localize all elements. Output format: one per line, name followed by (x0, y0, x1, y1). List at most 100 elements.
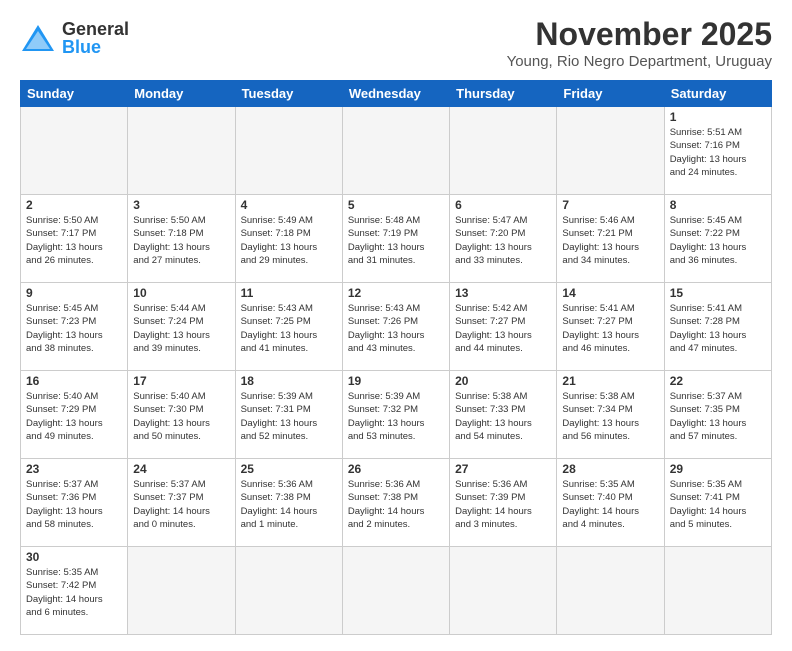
day-number: 14 (562, 286, 658, 300)
day-info: Sunrise: 5:40 AM Sunset: 7:29 PM Dayligh… (26, 390, 122, 443)
calendar-cell (342, 107, 449, 195)
calendar-cell: 21Sunrise: 5:38 AM Sunset: 7:34 PM Dayli… (557, 371, 664, 459)
day-number: 27 (455, 462, 551, 476)
day-number: 16 (26, 374, 122, 388)
logo-icon (20, 23, 56, 53)
day-number: 1 (670, 110, 766, 124)
calendar-cell: 1 Sunrise: 5:51 AM Sunset: 7:16 PM Daylig… (664, 107, 771, 195)
day-info: Sunrise: 5:50 AM Sunset: 7:18 PM Dayligh… (133, 214, 229, 267)
day-info: Sunrise: 5:40 AM Sunset: 7:30 PM Dayligh… (133, 390, 229, 443)
calendar-cell: 24Sunrise: 5:37 AM Sunset: 7:37 PM Dayli… (128, 459, 235, 547)
calendar-cell: 22 Sunrise: 5:37 AM Sunset: 7:35 PM Dayli… (664, 371, 771, 459)
calendar-cell: 17 Sunrise: 5:40 AM Sunset: 7:30 PM Dayli… (128, 371, 235, 459)
day-info: Sunrise: 5:39 AM Sunset: 7:31 PM Dayligh… (241, 390, 337, 443)
day-number: 4 (241, 198, 337, 212)
calendar-week-row: 23 Sunrise: 5:37 AM Sunset: 7:36 PM Dayli… (21, 459, 772, 547)
day-number: 17 (133, 374, 229, 388)
day-info: Sunrise: 5:43 AM Sunset: 7:26 PM Dayligh… (348, 302, 444, 355)
day-number: 23 (26, 462, 122, 476)
day-number: 30 (26, 550, 122, 564)
calendar-week-row: 16 Sunrise: 5:40 AM Sunset: 7:29 PM Dayli… (21, 371, 772, 459)
day-info: Sunrise: 5:36 AM Sunset: 7:38 PM Dayligh… (348, 478, 444, 531)
day-number: 12 (348, 286, 444, 300)
day-number: 5 (348, 198, 444, 212)
day-info: Sunrise: 5:50 AM Sunset: 7:17 PM Dayligh… (26, 214, 122, 267)
calendar-cell: 30 Sunrise: 5:35 AM Sunset: 7:42 PM Dayli… (21, 547, 128, 635)
day-info: Sunrise: 5:48 AM Sunset: 7:19 PM Dayligh… (348, 214, 444, 267)
day-info: Sunrise: 5:46 AM Sunset: 7:21 PM Dayligh… (562, 214, 658, 267)
day-info: Sunrise: 5:42 AM Sunset: 7:27 PM Dayligh… (455, 302, 551, 355)
day-info: Sunrise: 5:41 AM Sunset: 7:27 PM Dayligh… (562, 302, 658, 355)
weekday-header-row: SundayMondayTuesdayWednesdayThursdayFrid… (21, 81, 772, 107)
day-number: 3 (133, 198, 229, 212)
day-number: 11 (241, 286, 337, 300)
day-info: Sunrise: 5:41 AM Sunset: 7:28 PM Dayligh… (670, 302, 766, 355)
calendar-cell: 25 Sunrise: 5:36 AM Sunset: 7:38 PM Dayli… (235, 459, 342, 547)
header: General Blue November 2025 Young, Rio Ne… (20, 16, 772, 70)
calendar-cell: 10 Sunrise: 5:44 AM Sunset: 7:24 PM Dayli… (128, 283, 235, 371)
day-info: Sunrise: 5:44 AM Sunset: 7:24 PM Dayligh… (133, 302, 229, 355)
day-number: 19 (348, 374, 444, 388)
day-info: Sunrise: 5:37 AM Sunset: 7:36 PM Dayligh… (26, 478, 122, 531)
calendar-cell: 26 Sunrise: 5:36 AM Sunset: 7:38 PM Dayli… (342, 459, 449, 547)
day-info: Sunrise: 5:47 AM Sunset: 7:20 PM Dayligh… (455, 214, 551, 267)
calendar-cell: 27Sunrise: 5:36 AM Sunset: 7:39 PM Dayli… (450, 459, 557, 547)
day-number: 26 (348, 462, 444, 476)
calendar-cell (557, 547, 664, 635)
calendar-cell: 29 Sunrise: 5:35 AM Sunset: 7:41 PM Dayli… (664, 459, 771, 547)
logo-blue-text: Blue (62, 38, 129, 56)
day-number: 28 (562, 462, 658, 476)
calendar-cell: 28Sunrise: 5:35 AM Sunset: 7:40 PM Dayli… (557, 459, 664, 547)
weekday-header-cell: Tuesday (235, 81, 342, 107)
calendar-cell: 8 Sunrise: 5:45 AM Sunset: 7:22 PM Daylig… (664, 195, 771, 283)
calendar-cell (557, 107, 664, 195)
calendar-cell (664, 547, 771, 635)
day-info: Sunrise: 5:37 AM Sunset: 7:35 PM Dayligh… (670, 390, 766, 443)
calendar-cell: 11 Sunrise: 5:43 AM Sunset: 7:25 PM Dayli… (235, 283, 342, 371)
day-number: 22 (670, 374, 766, 388)
day-info: Sunrise: 5:37 AM Sunset: 7:37 PM Dayligh… (133, 478, 229, 531)
day-number: 29 (670, 462, 766, 476)
calendar-cell: 6 Sunrise: 5:47 AM Sunset: 7:20 PM Daylig… (450, 195, 557, 283)
day-info: Sunrise: 5:43 AM Sunset: 7:25 PM Dayligh… (241, 302, 337, 355)
day-number: 18 (241, 374, 337, 388)
calendar-cell: 3 Sunrise: 5:50 AM Sunset: 7:18 PM Daylig… (128, 195, 235, 283)
calendar-cell: 7Sunrise: 5:46 AM Sunset: 7:21 PM Daylig… (557, 195, 664, 283)
calendar-cell: 13Sunrise: 5:42 AM Sunset: 7:27 PM Dayli… (450, 283, 557, 371)
day-info: Sunrise: 5:45 AM Sunset: 7:22 PM Dayligh… (670, 214, 766, 267)
calendar-cell (235, 107, 342, 195)
day-number: 6 (455, 198, 551, 212)
title-area: November 2025 Young, Rio Negro Departmen… (507, 16, 772, 70)
calendar-cell (342, 547, 449, 635)
calendar-cell: 9Sunrise: 5:45 AM Sunset: 7:23 PM Daylig… (21, 283, 128, 371)
day-info: Sunrise: 5:35 AM Sunset: 7:42 PM Dayligh… (26, 566, 122, 619)
day-number: 10 (133, 286, 229, 300)
day-info: Sunrise: 5:35 AM Sunset: 7:41 PM Dayligh… (670, 478, 766, 531)
day-number: 25 (241, 462, 337, 476)
calendar-cell: 20Sunrise: 5:38 AM Sunset: 7:33 PM Dayli… (450, 371, 557, 459)
day-info: Sunrise: 5:51 AM Sunset: 7:16 PM Dayligh… (670, 126, 766, 179)
weekday-header-cell: Saturday (664, 81, 771, 107)
calendar-cell: 23 Sunrise: 5:37 AM Sunset: 7:36 PM Dayli… (21, 459, 128, 547)
calendar-week-row: 2Sunrise: 5:50 AM Sunset: 7:17 PM Daylig… (21, 195, 772, 283)
calendar-cell: 15Sunrise: 5:41 AM Sunset: 7:28 PM Dayli… (664, 283, 771, 371)
weekday-header-cell: Sunday (21, 81, 128, 107)
month-title: November 2025 (507, 16, 772, 53)
calendar-table: SundayMondayTuesdayWednesdayThursdayFrid… (20, 80, 772, 635)
weekday-header-cell: Thursday (450, 81, 557, 107)
logo-text: General Blue (62, 20, 129, 56)
calendar-cell (128, 107, 235, 195)
day-info: Sunrise: 5:49 AM Sunset: 7:18 PM Dayligh… (241, 214, 337, 267)
calendar-cell (21, 107, 128, 195)
calendar-week-row: 1 Sunrise: 5:51 AM Sunset: 7:16 PM Daylig… (21, 107, 772, 195)
logo-general-text: General (62, 20, 129, 38)
day-info: Sunrise: 5:36 AM Sunset: 7:38 PM Dayligh… (241, 478, 337, 531)
day-info: Sunrise: 5:45 AM Sunset: 7:23 PM Dayligh… (26, 302, 122, 355)
day-info: Sunrise: 5:39 AM Sunset: 7:32 PM Dayligh… (348, 390, 444, 443)
calendar-cell (128, 547, 235, 635)
day-number: 20 (455, 374, 551, 388)
calendar-cell: 5 Sunrise: 5:48 AM Sunset: 7:19 PM Daylig… (342, 195, 449, 283)
day-info: Sunrise: 5:38 AM Sunset: 7:34 PM Dayligh… (562, 390, 658, 443)
calendar-cell (450, 547, 557, 635)
day-number: 8 (670, 198, 766, 212)
